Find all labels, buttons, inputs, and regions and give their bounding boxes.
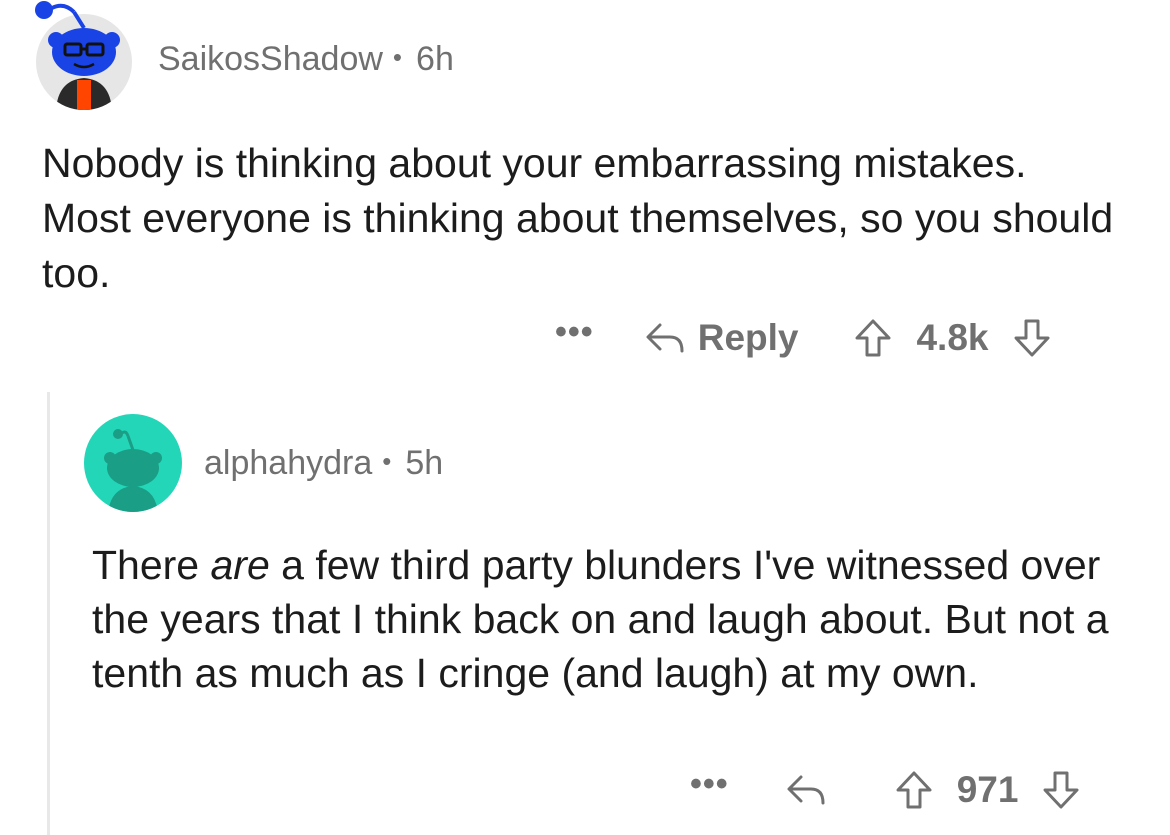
- vote-controls: 971: [895, 769, 1081, 811]
- downvote-arrow-icon[interactable]: [1013, 318, 1051, 358]
- comment-age: 6h: [416, 40, 454, 78]
- comment-body-text: There: [92, 542, 211, 588]
- comment-thread: SaikosShadow • 6h Nobody is thinking about…: [0, 0, 1170, 835]
- vote-score: 971: [956, 769, 1019, 810]
- comment-body-emphasis: are: [210, 542, 270, 588]
- reply-label: Reply: [697, 317, 799, 358]
- reply-button[interactable]: [785, 773, 839, 807]
- comment-meta: alphahydra • 5h: [204, 444, 443, 483]
- vote-score: 4.8k: [916, 317, 989, 358]
- comment-meta: SaikosShadow • 6h: [158, 40, 454, 79]
- avatar[interactable]: [84, 414, 182, 512]
- thread-line[interactable]: [47, 392, 50, 835]
- more-options-button[interactable]: •••: [555, 313, 594, 352]
- comment-body: Nobody is thinking about your embarrassi…: [42, 140, 1114, 296]
- more-options-button[interactable]: •••: [690, 765, 729, 804]
- comment-age: 5h: [405, 444, 444, 482]
- reply-arrow-icon: [787, 775, 825, 805]
- vote-controls: 4.8k: [854, 317, 1050, 359]
- downvote-arrow-icon[interactable]: [1042, 770, 1080, 810]
- reply-button[interactable]: Reply: [644, 317, 799, 359]
- comment-actions: ••• 971: [690, 762, 1080, 818]
- comment-actions: ••• Reply 4.8k: [555, 310, 1051, 366]
- snoo-glasses-avatar-icon: [35, 1, 132, 110]
- username[interactable]: alphahydra: [204, 444, 372, 482]
- reply-arrow-icon: [646, 323, 684, 353]
- meta-separator: •: [382, 446, 392, 476]
- upvote-arrow-icon[interactable]: [895, 770, 933, 810]
- username[interactable]: SaikosShadow: [158, 40, 383, 78]
- upvote-arrow-icon[interactable]: [854, 318, 892, 358]
- snoo-default-avatar-icon: [84, 414, 182, 512]
- meta-separator: •: [392, 42, 403, 72]
- avatar[interactable]: [34, 0, 134, 110]
- comment-body: There are a few third party blunders I'v…: [92, 538, 1132, 700]
